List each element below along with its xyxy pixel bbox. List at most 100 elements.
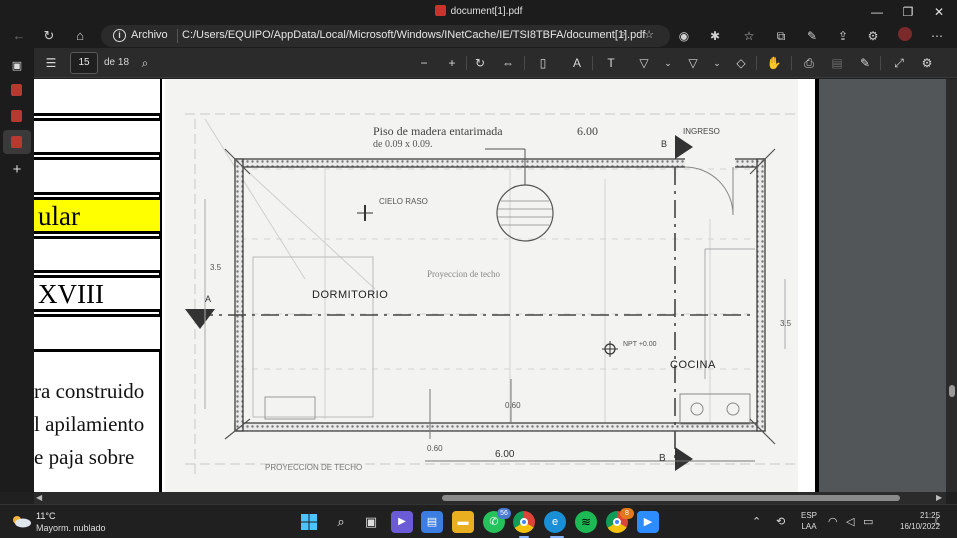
document-table: ular XVIII ra construido l apilamiento e… [34, 79, 162, 492]
address-bar: ← ↻ ⌂ i Archivo C:/Users/EQUIPO/AppData/… [0, 24, 957, 48]
search-icon[interactable]: ⌕ [136, 54, 154, 72]
info-icon[interactable]: i [113, 29, 126, 42]
store-icon[interactable]: ▤ [421, 511, 443, 533]
scroll-left-arrow[interactable]: ◀ [36, 493, 42, 502]
chrome-badge: 8 [620, 508, 634, 519]
highlight-icon[interactable]: ▽ [684, 54, 702, 72]
pdf-tab-icon[interactable] [11, 84, 22, 96]
save-icon[interactable]: ▤ [828, 54, 846, 72]
read-aloud-icon[interactable]: A [568, 54, 586, 72]
performance-icon[interactable]: ⚙ [864, 27, 882, 45]
room-label-kitchen: COCINA [670, 359, 716, 371]
horizontal-scrollbar[interactable]: ◀ ▶ [34, 492, 946, 504]
level-label: NPT +0.00 [623, 341, 657, 348]
pdf-tab-icon[interactable] [11, 110, 22, 122]
draw-dropdown-icon[interactable]: ⌄ [659, 54, 677, 72]
teams-chat-icon[interactable]: ▶ [391, 511, 413, 533]
roof-projection-bottom-label: PROYECCION DE TECHO [265, 463, 363, 472]
erase-icon[interactable]: ◇ [732, 54, 750, 72]
whatsapp-badge: 56 [497, 508, 511, 519]
section-marker-b-top: B [661, 139, 668, 149]
entrance-label: INGRESO [683, 127, 720, 136]
more-menu-icon[interactable]: ⋯ [928, 27, 946, 45]
extensions-icon[interactable]: ✱ [706, 27, 724, 45]
spotify-icon[interactable]: ≋ [575, 511, 597, 533]
minimize-button[interactable]: — [866, 3, 888, 21]
pdf-toolbar: ☰ 15 de 18 ⌕ − + ↻ ⇔ ▯ A T ▽ ⌄ ▽ ⌄ ◇ ✋ ⎙… [34, 48, 957, 78]
wifi-icon[interactable]: ◠ [828, 515, 838, 528]
maximize-button[interactable]: ❐ [897, 3, 919, 21]
close-button[interactable]: ✕ [928, 3, 950, 21]
chrome-icon[interactable] [513, 511, 535, 533]
notifications-icon[interactable]: ☾ [934, 515, 944, 528]
refresh-button[interactable]: ↻ [38, 26, 60, 46]
save-as-icon[interactable]: ✎ [856, 54, 874, 72]
table-cell [34, 79, 160, 116]
table-cell [34, 118, 160, 155]
profile-icon[interactable] [896, 27, 914, 45]
zoom-icon[interactable]: ⌕ [615, 28, 631, 44]
table-cell [34, 157, 160, 195]
browser-essentials-icon[interactable]: ◉ [675, 27, 693, 45]
file-explorer-icon[interactable]: ▬ [452, 511, 474, 533]
favorite-add-icon[interactable]: ☆ [641, 28, 657, 44]
contents-icon[interactable]: ☰ [42, 54, 60, 72]
tab-actions-icon[interactable]: ▣ [9, 58, 25, 74]
section-marker-b-bottom: B [659, 453, 666, 464]
zoom-out-icon[interactable]: − [415, 54, 433, 72]
url-text[interactable]: C:/Users/EQUIPO/AppData/Local/Microsoft/… [182, 29, 645, 41]
page-border [815, 79, 819, 492]
pdf-tab-icon-active[interactable] [11, 136, 22, 148]
document-viewport[interactable]: ular XVIII ra construido l apilamiento e… [34, 79, 946, 492]
start-button[interactable] [298, 511, 320, 533]
paragraph-line: e paja sobre [34, 445, 135, 469]
whatsapp-icon[interactable]: ✆ 56 [483, 508, 511, 533]
url-box[interactable]: i Archivo C:/Users/EQUIPO/AppData/Local/… [101, 25, 670, 47]
search-taskbar-icon[interactable]: ⌕ [330, 511, 352, 533]
draw-icon[interactable]: ▽ [635, 54, 653, 72]
pdf-page: ular XVIII ra construido l apilamiento e… [34, 79, 819, 492]
chrome-profile-icon[interactable]: 8 [606, 508, 634, 533]
window-title-text: document[1].pdf [450, 6, 523, 17]
page-count: de 18 [104, 57, 130, 68]
edge-icon[interactable]: e [544, 511, 566, 533]
vertical-tabs-sidebar: ▣ + [0, 48, 34, 492]
page-number-input[interactable]: 15 [70, 52, 98, 74]
share-icon[interactable]: ⇪ [834, 27, 852, 45]
horizontal-scroll-thumb[interactable] [442, 495, 900, 501]
battery-icon[interactable]: ▭ [863, 515, 873, 528]
zoom-app-icon[interactable]: ▶ [637, 511, 659, 533]
settings-icon[interactable]: ⚙ [918, 54, 936, 72]
print-icon[interactable]: ⎙ [800, 54, 818, 72]
web-capture-icon[interactable]: ✎ [803, 27, 821, 45]
floor-note: Piso de madera entarimada [373, 124, 503, 138]
url-separator [177, 29, 178, 43]
fit-page-icon[interactable]: ⇔ [499, 54, 517, 72]
back-button[interactable]: ← [8, 26, 30, 46]
collections-icon[interactable]: ⧉ [772, 27, 790, 45]
room-label-bedroom: DORMITORIO [312, 289, 389, 301]
highlight-dropdown-icon[interactable]: ⌄ [708, 54, 726, 72]
floor-plan-drawing: Piso de madera entarimada 6.00 de 0.09 x… [165, 79, 798, 492]
scroll-right-arrow[interactable]: ▶ [936, 493, 942, 502]
text-box-icon[interactable]: T [602, 54, 620, 72]
rotate-icon[interactable]: ↻ [471, 54, 489, 72]
page-view-icon[interactable]: ▯ [534, 54, 552, 72]
favorites-icon[interactable]: ☆ [740, 27, 758, 45]
task-view-icon[interactable]: ▣ [360, 511, 382, 533]
zoom-in-icon[interactable]: + [443, 54, 461, 72]
fullscreen-icon[interactable]: ⤢ [890, 54, 908, 72]
vertical-scroll-thumb[interactable] [949, 385, 955, 397]
title-bar: document[1].pdf — ❐ ✕ [0, 0, 957, 24]
hidden-icons-chevron-icon[interactable]: ⌃ [752, 515, 761, 528]
touch-writing-icon[interactable]: ✋ [765, 54, 783, 72]
pdf-file-icon [434, 5, 446, 16]
home-button[interactable]: ⌂ [69, 26, 91, 46]
weather-temp: 11°C [36, 511, 56, 521]
highlighted-table-cell: ular [34, 197, 160, 234]
language-indicator[interactable]: ESP LAA [801, 510, 817, 532]
sync-icon[interactable]: ⟲ [776, 515, 785, 528]
vertical-scrollbar[interactable] [946, 79, 957, 492]
new-tab-icon[interactable]: + [9, 162, 25, 178]
volume-icon[interactable]: ◁ [846, 515, 854, 528]
